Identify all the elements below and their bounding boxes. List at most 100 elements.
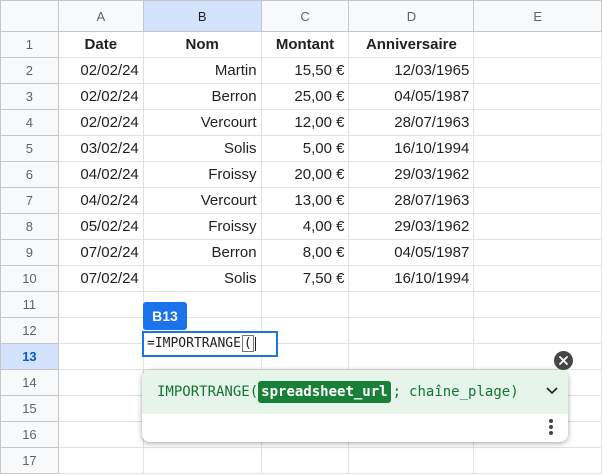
cell-a8[interactable]: 05/02/24: [57, 213, 144, 240]
cell-a13[interactable]: [57, 343, 144, 370]
cell-b9[interactable]: Berron: [142, 239, 262, 266]
cell-b7[interactable]: Vercourt: [142, 187, 262, 214]
cell-a11[interactable]: [57, 291, 144, 318]
cell-e10[interactable]: [473, 265, 602, 292]
cell-a2[interactable]: 02/02/24: [57, 57, 144, 84]
row-header-14[interactable]: 14: [0, 369, 59, 396]
cell-d6[interactable]: 29/03/1962: [348, 161, 475, 188]
cell-d12[interactable]: [348, 317, 475, 344]
cell-d3[interactable]: 04/05/1987: [348, 83, 475, 110]
row-header-9[interactable]: 9: [0, 239, 59, 266]
column-header-e[interactable]: E: [473, 0, 602, 32]
row-header-12[interactable]: 12: [0, 317, 59, 344]
table-row: 6 04/02/24 Froissy 20,00 €29/03/1962: [0, 161, 602, 188]
column-header-b[interactable]: B: [142, 0, 262, 32]
cell-c3[interactable]: 25,00 €: [260, 83, 350, 110]
column-header-a[interactable]: A: [57, 0, 144, 32]
table-row: 4 02/02/24 Vercourt 12,00 €28/07/1963: [0, 109, 602, 136]
cell-d4[interactable]: 28/07/1963: [348, 109, 475, 136]
close-icon[interactable]: [554, 351, 573, 370]
cell-e3[interactable]: [473, 83, 602, 110]
table-row: 12: [0, 317, 602, 344]
row-header-3[interactable]: 3: [0, 83, 59, 110]
cell-a10[interactable]: 07/02/24: [57, 265, 144, 292]
cell-d13[interactable]: [348, 343, 475, 370]
cell-a3[interactable]: 02/02/24: [57, 83, 144, 110]
cell-e4[interactable]: [473, 109, 602, 136]
cell-a7[interactable]: 04/02/24: [57, 187, 144, 214]
row-header-15[interactable]: 15: [0, 395, 59, 422]
row-header-2[interactable]: 2: [0, 57, 59, 84]
select-all-corner[interactable]: [0, 0, 59, 32]
more-vert-icon[interactable]: [549, 419, 553, 437]
chevron-down-icon[interactable]: [546, 383, 558, 399]
column-header-d[interactable]: D: [348, 0, 475, 32]
cell-a6[interactable]: 04/02/24: [57, 161, 144, 188]
row-header-5[interactable]: 5: [0, 135, 59, 162]
cell-e12[interactable]: [473, 317, 602, 344]
argument-separator: ;: [392, 384, 402, 400]
row-header-7[interactable]: 7: [0, 187, 59, 214]
cell-c17[interactable]: [260, 447, 350, 474]
cell-b4[interactable]: Vercourt: [142, 109, 262, 136]
cell-d7[interactable]: 28/07/1963: [348, 187, 475, 214]
row-header-16[interactable]: 16: [0, 421, 59, 448]
cell-c4[interactable]: 12,00 €: [260, 109, 350, 136]
cell-d11[interactable]: [348, 291, 475, 318]
cell-e9[interactable]: [473, 239, 602, 266]
cell-a4[interactable]: 02/02/24: [57, 109, 144, 136]
cell-b3[interactable]: Berron: [142, 83, 262, 110]
cell-d10[interactable]: 16/10/1994: [348, 265, 475, 292]
cell-c9[interactable]: 8,00 €: [260, 239, 350, 266]
cell-b17[interactable]: [142, 447, 262, 474]
cell-a12[interactable]: [57, 317, 144, 344]
cell-e5[interactable]: [473, 135, 602, 162]
cell-b10[interactable]: Solis: [142, 265, 262, 292]
cell-d1[interactable]: Anniversaire: [348, 31, 475, 58]
cell-c2[interactable]: 15,50 €: [260, 57, 350, 84]
cell-a5[interactable]: 03/02/24: [57, 135, 144, 162]
cell-c8[interactable]: 4,00 €: [260, 213, 350, 240]
cell-e17[interactable]: [473, 447, 602, 474]
row-header-11[interactable]: 11: [0, 291, 59, 318]
cell-d9[interactable]: 04/05/1987: [348, 239, 475, 266]
cell-b1[interactable]: Nom: [142, 31, 262, 58]
cell-b8[interactable]: Froissy: [142, 213, 262, 240]
cell-a14[interactable]: [57, 369, 144, 396]
column-header-c[interactable]: C: [260, 0, 350, 32]
row-header-4[interactable]: 4: [0, 109, 59, 136]
cell-a15[interactable]: [57, 395, 144, 422]
cell-e2[interactable]: [473, 57, 602, 84]
cell-formula-editor[interactable]: =IMPORTRANGE(: [142, 331, 278, 357]
cell-b2[interactable]: Martin: [142, 57, 262, 84]
cell-a16[interactable]: [57, 421, 144, 448]
cell-e1[interactable]: [473, 31, 602, 58]
cell-a9[interactable]: 07/02/24: [57, 239, 144, 266]
cell-e13[interactable]: [473, 343, 602, 370]
cell-e7[interactable]: [473, 187, 602, 214]
row-header-6[interactable]: 6: [0, 161, 59, 188]
row-header-13[interactable]: 13: [0, 343, 59, 370]
cell-e6[interactable]: [473, 161, 602, 188]
cell-b6[interactable]: Froissy: [142, 161, 262, 188]
cell-e8[interactable]: [473, 213, 602, 240]
cell-d17[interactable]: [348, 447, 475, 474]
cell-c10[interactable]: 7,50 €: [260, 265, 350, 292]
cell-d8[interactable]: 29/03/1962: [348, 213, 475, 240]
cell-c7[interactable]: 13,00 €: [260, 187, 350, 214]
cell-a17[interactable]: [57, 447, 144, 474]
row-header-8[interactable]: 8: [0, 213, 59, 240]
cell-c6[interactable]: 20,00 €: [260, 161, 350, 188]
cell-c11[interactable]: [260, 291, 350, 318]
row-header-10[interactable]: 10: [0, 265, 59, 292]
cell-a1[interactable]: Date: [57, 31, 144, 58]
cell-d5[interactable]: 16/10/1994: [348, 135, 475, 162]
row-header-17[interactable]: 17: [0, 447, 59, 474]
cell-b5[interactable]: Solis: [142, 135, 262, 162]
cell-c5[interactable]: 5,00 €: [260, 135, 350, 162]
cell-d2[interactable]: 12/03/1965: [348, 57, 475, 84]
cell-c1[interactable]: Montant: [260, 31, 350, 58]
cell-e11[interactable]: [473, 291, 602, 318]
row-header-1[interactable]: 1: [0, 31, 59, 58]
function-signature[interactable]: IMPORTRANGE(spreadsheet_url; chaîne_plage…: [142, 370, 568, 414]
